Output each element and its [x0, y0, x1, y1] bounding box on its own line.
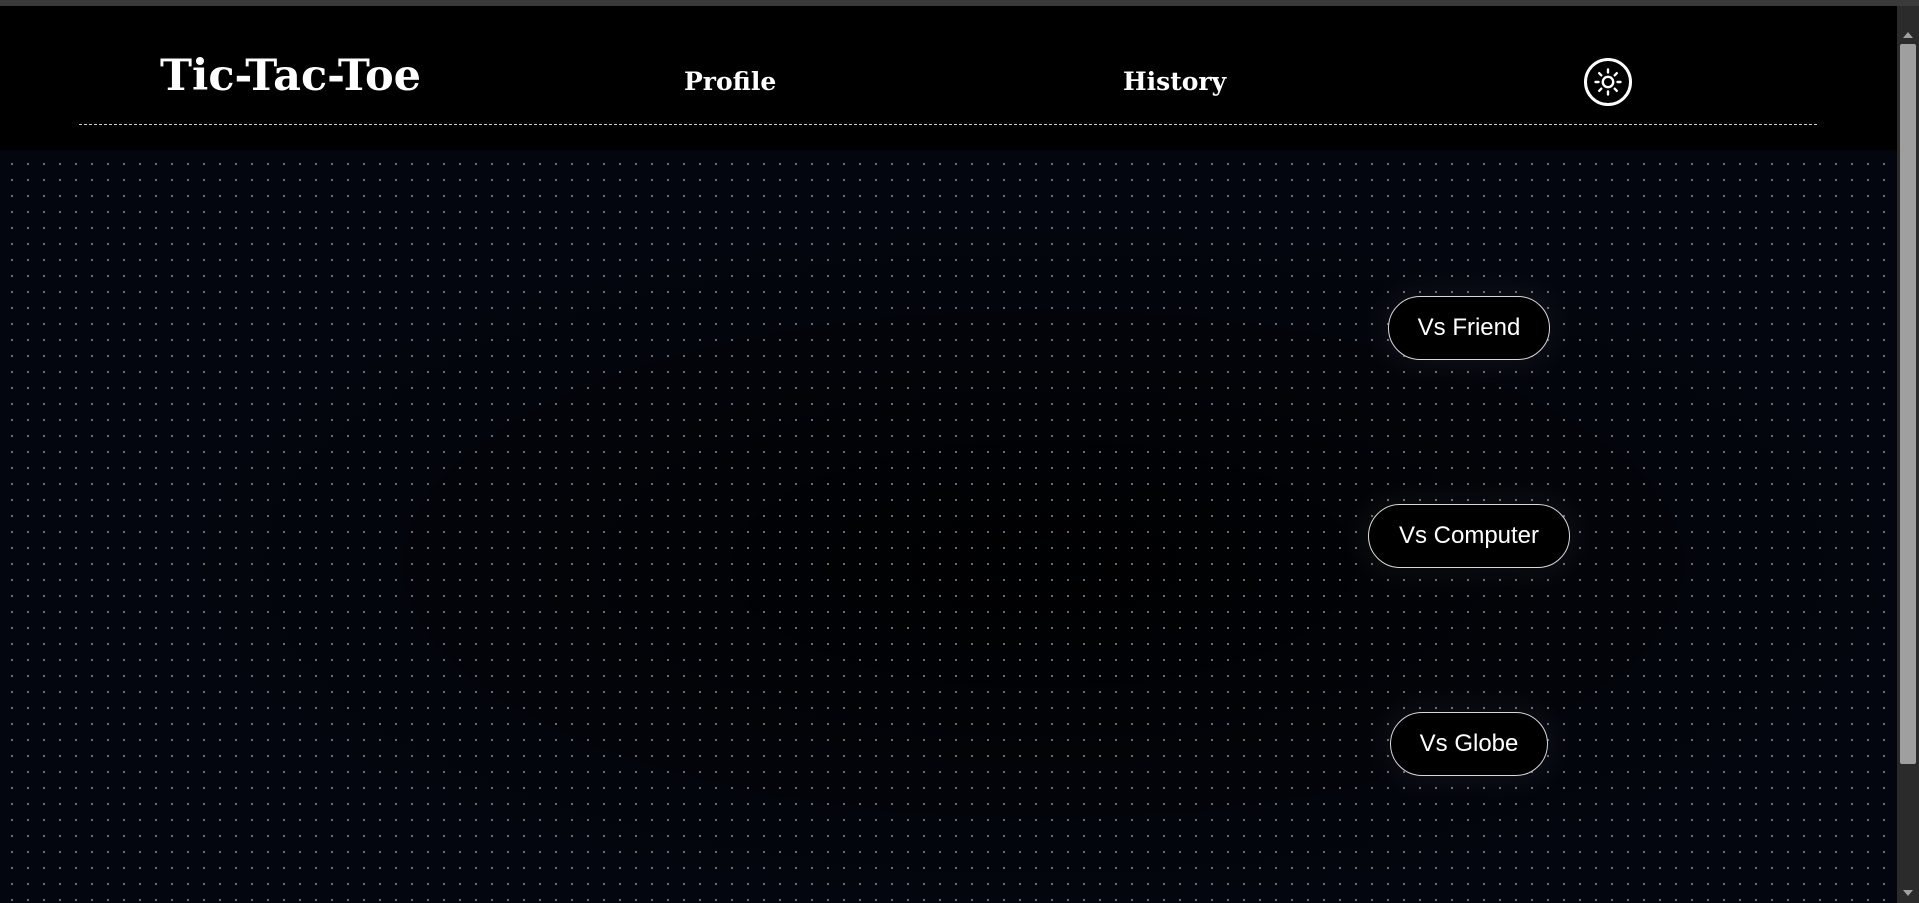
scroll-down-arrow-icon[interactable] [1903, 890, 1913, 896]
vs-friend-button[interactable]: Vs Friend [1388, 296, 1550, 360]
nav-profile-link[interactable]: Profile [684, 67, 776, 96]
nav-history-link[interactable]: History [1123, 67, 1226, 96]
vs-computer-button[interactable]: Vs Computer [1368, 504, 1570, 568]
theme-toggle-button[interactable] [1584, 58, 1632, 106]
vertical-scrollbar[interactable] [1897, 6, 1919, 903]
scrollbar-thumb[interactable] [1900, 44, 1916, 764]
header-divider [79, 124, 1817, 125]
sun-icon [1594, 68, 1622, 96]
site-header: Tic-Tac-Toe Profile History [0, 6, 1897, 150]
scroll-up-arrow-icon[interactable] [1903, 32, 1913, 38]
vs-globe-button[interactable]: Vs Globe [1390, 712, 1548, 776]
app-title: Tic-Tac-Toe [160, 51, 422, 101]
game-mode-area: Vs Friend Vs Computer Vs Globe [0, 150, 1897, 903]
